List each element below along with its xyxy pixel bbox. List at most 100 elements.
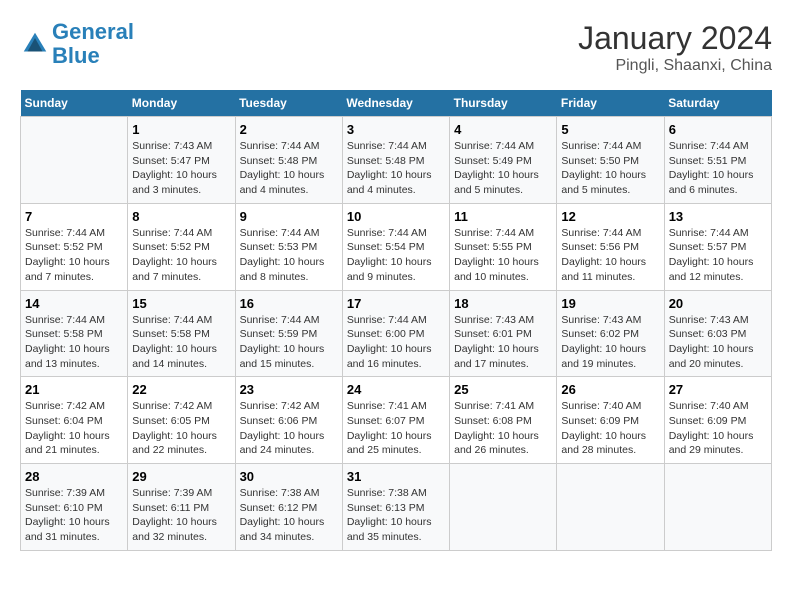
calendar-cell: 4 Sunrise: 7:44 AM Sunset: 5:49 PM Daylig… (450, 117, 557, 204)
day-number: 5 (561, 122, 659, 137)
day-number: 8 (132, 209, 230, 224)
day-number: 7 (25, 209, 123, 224)
calendar-cell: 7 Sunrise: 7:44 AM Sunset: 5:52 PM Daylig… (21, 203, 128, 290)
day-number: 22 (132, 382, 230, 397)
day-number: 30 (240, 469, 338, 484)
calendar-cell: 8Sunrise: 7:44 AM Sunset: 5:52 PM Daylig… (128, 203, 235, 290)
day-number: 11 (454, 209, 552, 224)
day-info: Sunrise: 7:39 AM Sunset: 6:11 PM Dayligh… (132, 486, 230, 545)
calendar-cell: 6 Sunrise: 7:44 AM Sunset: 5:51 PM Daylig… (664, 117, 771, 204)
day-number: 12 (561, 209, 659, 224)
day-number: 6 (669, 122, 767, 137)
logo-text: General Blue (52, 20, 134, 68)
calendar-cell: 26 Sunrise: 7:40 AM Sunset: 6:09 PM Dayli… (557, 377, 664, 464)
calendar-cell: 10 Sunrise: 7:44 AM Sunset: 5:54 PM Dayli… (342, 203, 449, 290)
calendar-cell: 13 Sunrise: 7:44 AM Sunset: 5:57 PM Dayli… (664, 203, 771, 290)
header-sunday: Sunday (21, 90, 128, 117)
calendar-cell: 3 Sunrise: 7:44 AM Sunset: 5:48 PM Daylig… (342, 117, 449, 204)
week-row-3: 14 Sunrise: 7:44 AM Sunset: 5:58 PM Dayli… (21, 290, 772, 377)
calendar-header-row: SundayMondayTuesdayWednesdayThursdayFrid… (21, 90, 772, 117)
day-info: Sunrise: 7:44 AM Sunset: 5:56 PM Dayligh… (561, 226, 659, 285)
day-info: Sunrise: 7:44 AM Sunset: 5:48 PM Dayligh… (347, 139, 445, 198)
calendar-cell: 11 Sunrise: 7:44 AM Sunset: 5:55 PM Dayli… (450, 203, 557, 290)
day-info: Sunrise: 7:40 AM Sunset: 6:09 PM Dayligh… (561, 399, 659, 458)
day-info: Sunrise: 7:41 AM Sunset: 6:08 PM Dayligh… (454, 399, 552, 458)
calendar-subtitle: Pingli, Shaanxi, China (578, 57, 772, 75)
calendar-cell: 29Sunrise: 7:39 AM Sunset: 6:11 PM Dayli… (128, 464, 235, 551)
header-wednesday: Wednesday (342, 90, 449, 117)
calendar-title: January 2024 (578, 20, 772, 57)
header-saturday: Saturday (664, 90, 771, 117)
day-number: 24 (347, 382, 445, 397)
day-info: Sunrise: 7:44 AM Sunset: 5:57 PM Dayligh… (669, 226, 767, 285)
day-number: 23 (240, 382, 338, 397)
header-monday: Monday (128, 90, 235, 117)
week-row-1: 1Sunrise: 7:43 AM Sunset: 5:47 PM Daylig… (21, 117, 772, 204)
logo: General Blue (20, 20, 134, 68)
day-info: Sunrise: 7:44 AM Sunset: 5:59 PM Dayligh… (240, 313, 338, 372)
day-number: 15 (132, 296, 230, 311)
day-info: Sunrise: 7:43 AM Sunset: 6:02 PM Dayligh… (561, 313, 659, 372)
calendar-cell: 19Sunrise: 7:43 AM Sunset: 6:02 PM Dayli… (557, 290, 664, 377)
calendar-cell (557, 464, 664, 551)
day-number: 10 (347, 209, 445, 224)
calendar-cell: 31 Sunrise: 7:38 AM Sunset: 6:13 PM Dayli… (342, 464, 449, 551)
title-block: January 2024 Pingli, Shaanxi, China (578, 20, 772, 75)
day-number: 14 (25, 296, 123, 311)
day-info: Sunrise: 7:43 AM Sunset: 6:01 PM Dayligh… (454, 313, 552, 372)
calendar-cell: 5Sunrise: 7:44 AM Sunset: 5:50 PM Daylig… (557, 117, 664, 204)
calendar-cell: 25 Sunrise: 7:41 AM Sunset: 6:08 PM Dayli… (450, 377, 557, 464)
day-number: 26 (561, 382, 659, 397)
day-number: 3 (347, 122, 445, 137)
calendar-cell: 27 Sunrise: 7:40 AM Sunset: 6:09 PM Dayli… (664, 377, 771, 464)
calendar-cell: 2Sunrise: 7:44 AM Sunset: 5:48 PM Daylig… (235, 117, 342, 204)
day-info: Sunrise: 7:44 AM Sunset: 5:49 PM Dayligh… (454, 139, 552, 198)
page-header: General Blue January 2024 Pingli, Shaanx… (20, 20, 772, 75)
day-number: 13 (669, 209, 767, 224)
calendar-cell: 1Sunrise: 7:43 AM Sunset: 5:47 PM Daylig… (128, 117, 235, 204)
calendar-cell: 16 Sunrise: 7:44 AM Sunset: 5:59 PM Dayli… (235, 290, 342, 377)
day-number: 20 (669, 296, 767, 311)
day-info: Sunrise: 7:44 AM Sunset: 5:55 PM Dayligh… (454, 226, 552, 285)
day-number: 9 (240, 209, 338, 224)
header-thursday: Thursday (450, 90, 557, 117)
day-info: Sunrise: 7:38 AM Sunset: 6:12 PM Dayligh… (240, 486, 338, 545)
week-row-4: 21Sunrise: 7:42 AM Sunset: 6:04 PM Dayli… (21, 377, 772, 464)
day-info: Sunrise: 7:44 AM Sunset: 5:53 PM Dayligh… (240, 226, 338, 285)
day-info: Sunrise: 7:44 AM Sunset: 5:48 PM Dayligh… (240, 139, 338, 198)
calendar-cell: 24 Sunrise: 7:41 AM Sunset: 6:07 PM Dayli… (342, 377, 449, 464)
day-number: 16 (240, 296, 338, 311)
day-info: Sunrise: 7:44 AM Sunset: 5:58 PM Dayligh… (132, 313, 230, 372)
calendar-cell: 15 Sunrise: 7:44 AM Sunset: 5:58 PM Dayli… (128, 290, 235, 377)
calendar-cell: 20 Sunrise: 7:43 AM Sunset: 6:03 PM Dayli… (664, 290, 771, 377)
day-info: Sunrise: 7:42 AM Sunset: 6:06 PM Dayligh… (240, 399, 338, 458)
day-info: Sunrise: 7:41 AM Sunset: 6:07 PM Dayligh… (347, 399, 445, 458)
day-number: 4 (454, 122, 552, 137)
header-friday: Friday (557, 90, 664, 117)
calendar-cell (664, 464, 771, 551)
day-info: Sunrise: 7:43 AM Sunset: 6:03 PM Dayligh… (669, 313, 767, 372)
calendar-cell: 30 Sunrise: 7:38 AM Sunset: 6:12 PM Dayli… (235, 464, 342, 551)
day-info: Sunrise: 7:40 AM Sunset: 6:09 PM Dayligh… (669, 399, 767, 458)
day-info: Sunrise: 7:38 AM Sunset: 6:13 PM Dayligh… (347, 486, 445, 545)
calendar-cell (21, 117, 128, 204)
day-info: Sunrise: 7:44 AM Sunset: 5:52 PM Dayligh… (25, 226, 123, 285)
day-number: 27 (669, 382, 767, 397)
calendar-cell: 17 Sunrise: 7:44 AM Sunset: 6:00 PM Dayli… (342, 290, 449, 377)
day-info: Sunrise: 7:44 AM Sunset: 5:58 PM Dayligh… (25, 313, 123, 372)
calendar-cell: 21Sunrise: 7:42 AM Sunset: 6:04 PM Dayli… (21, 377, 128, 464)
week-row-2: 7 Sunrise: 7:44 AM Sunset: 5:52 PM Daylig… (21, 203, 772, 290)
day-number: 31 (347, 469, 445, 484)
day-info: Sunrise: 7:44 AM Sunset: 5:54 PM Dayligh… (347, 226, 445, 285)
day-number: 17 (347, 296, 445, 311)
week-row-5: 28Sunrise: 7:39 AM Sunset: 6:10 PM Dayli… (21, 464, 772, 551)
calendar-cell: 14 Sunrise: 7:44 AM Sunset: 5:58 PM Dayli… (21, 290, 128, 377)
day-number: 18 (454, 296, 552, 311)
day-number: 21 (25, 382, 123, 397)
day-number: 28 (25, 469, 123, 484)
day-info: Sunrise: 7:43 AM Sunset: 5:47 PM Dayligh… (132, 139, 230, 198)
day-number: 25 (454, 382, 552, 397)
day-info: Sunrise: 7:44 AM Sunset: 6:00 PM Dayligh… (347, 313, 445, 372)
calendar-cell: 9 Sunrise: 7:44 AM Sunset: 5:53 PM Daylig… (235, 203, 342, 290)
day-info: Sunrise: 7:44 AM Sunset: 5:51 PM Dayligh… (669, 139, 767, 198)
